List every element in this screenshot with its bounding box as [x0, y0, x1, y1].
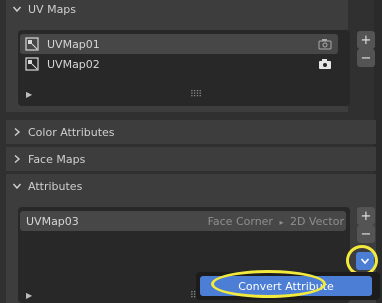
uv-map-add-button[interactable]: +: [357, 31, 375, 49]
uv-map-icon: [25, 57, 39, 71]
highlight-annotation: [211, 270, 326, 298]
uv-map-icon: [25, 37, 39, 51]
uv-maps-header[interactable]: UV Maps: [12, 0, 332, 21]
chevron-down-icon: [12, 4, 22, 14]
uv-maps-list: UVMap01 UVMap02 ▶ ⠿⠿: [18, 30, 350, 106]
color-attributes-panel[interactable]: Color Attributes: [6, 120, 376, 144]
uv-map-remove-button[interactable]: −: [357, 49, 375, 67]
resize-grip-icon[interactable]: ⠿⠿: [190, 90, 202, 100]
attribute-domain-type: Face Corner ▸ 2D Vector: [208, 215, 344, 228]
uv-map-label[interactable]: UVMap01: [47, 38, 100, 51]
attribute-domain: Face Corner: [207, 214, 273, 228]
camera-icon[interactable]: [318, 58, 332, 70]
uv-map-row-uvmap02[interactable]: UVMap02: [20, 54, 338, 74]
camera-icon[interactable]: [318, 38, 332, 50]
expand-list-icon[interactable]: ▶: [26, 291, 32, 300]
uv-map-row-uvmap01[interactable]: UVMap01: [20, 34, 338, 54]
domain-separator: ▸: [279, 217, 284, 227]
attribute-row-uvmap03[interactable]: UVMap03 Face Corner ▸ 2D Vector: [20, 211, 346, 231]
face-maps-title: Face Maps: [28, 152, 86, 166]
attribute-add-button[interactable]: +: [357, 207, 375, 225]
face-maps-header[interactable]: Face Maps: [12, 147, 312, 171]
chevron-right-icon: [12, 127, 22, 137]
uv-map-label[interactable]: UVMap02: [47, 58, 100, 71]
color-attributes-header[interactable]: Color Attributes: [12, 120, 312, 144]
attribute-type: 2D Vector: [289, 214, 344, 228]
expand-list-icon[interactable]: ▶: [26, 90, 32, 99]
attributes-title: Attributes: [28, 179, 83, 193]
uv-maps-panel: UV Maps UVMap01 UVMap02 ▶ ⠿⠿: [6, 0, 350, 112]
face-maps-panel[interactable]: Face Maps: [6, 147, 376, 171]
chevron-down-icon: [12, 181, 22, 191]
attributes-header[interactable]: Attributes: [12, 174, 312, 198]
color-attributes-title: Color Attributes: [28, 125, 115, 139]
attribute-remove-button[interactable]: −: [357, 225, 375, 243]
chevron-right-icon: [12, 154, 22, 164]
uv-maps-title: UV Maps: [28, 2, 77, 16]
attribute-label[interactable]: UVMap03: [26, 215, 79, 228]
